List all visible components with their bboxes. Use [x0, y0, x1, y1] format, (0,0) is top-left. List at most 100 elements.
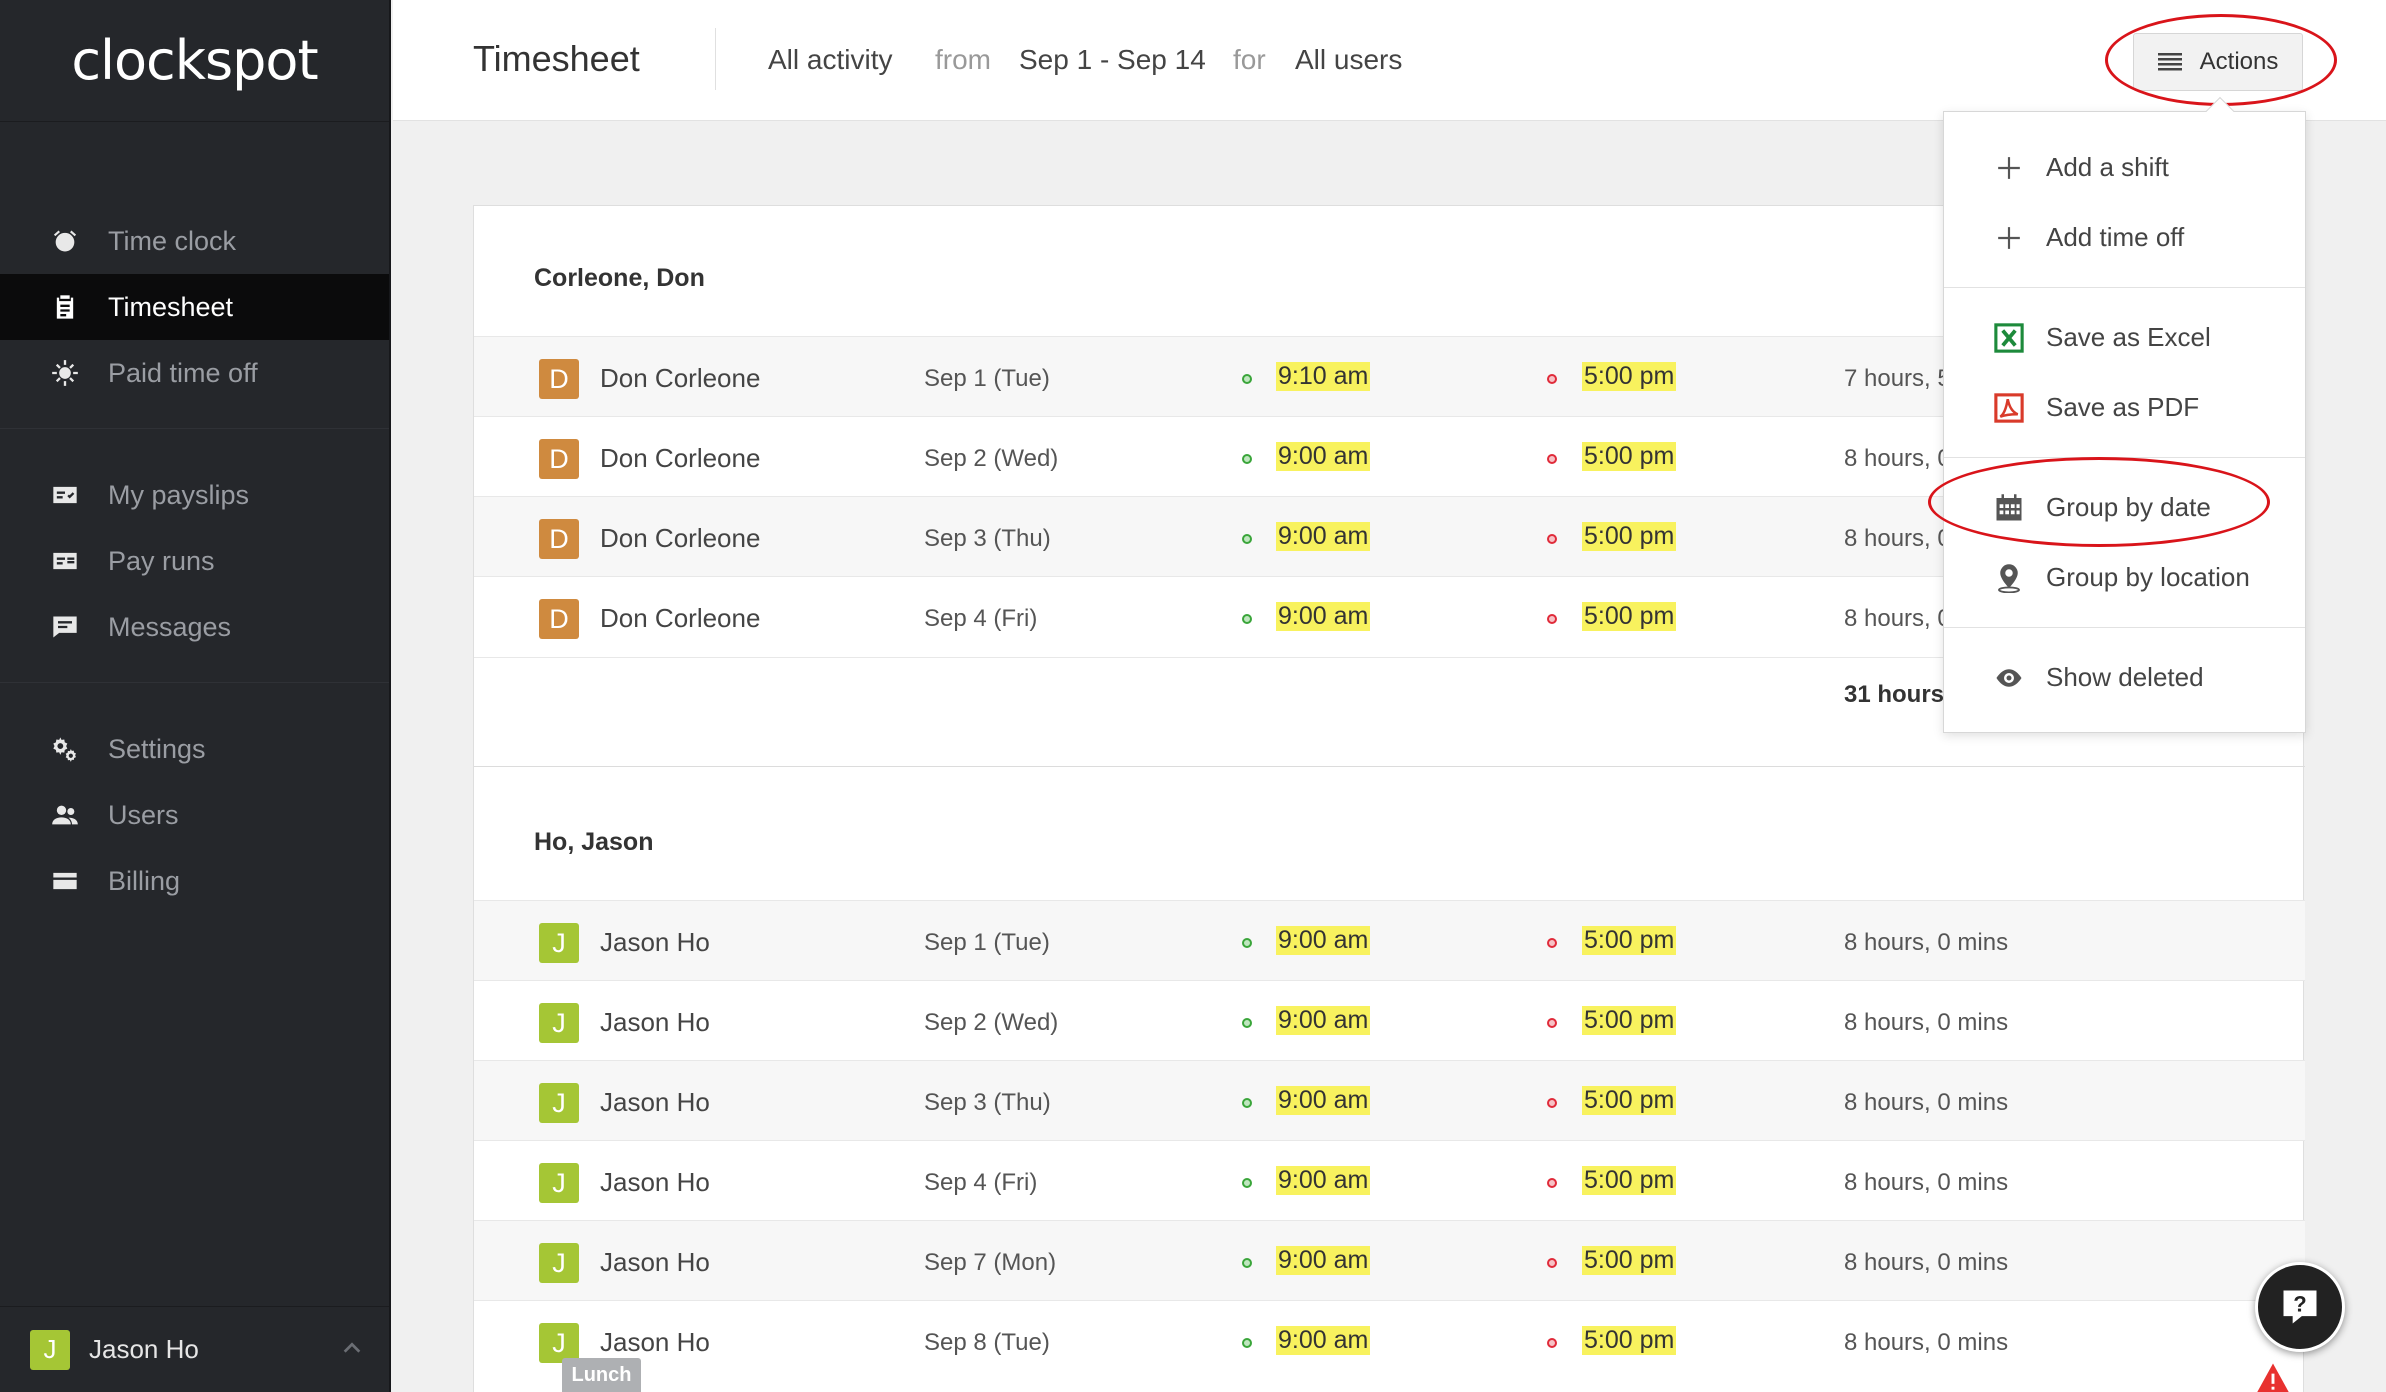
clock-in-time[interactable]: 9:00 am: [1276, 926, 1371, 955]
menu-item-label: Save as Excel: [2046, 322, 2211, 352]
header-divider: [715, 28, 716, 90]
clock-out-indicator: [1547, 938, 1557, 948]
sidebar-item-label: Settings: [108, 733, 206, 764]
table-row[interactable]: J Jason Ho Sep 3 (Thu) 9:00 am 5:00 pm 8…: [474, 1060, 2305, 1140]
sidebar-item-label: Messages: [108, 611, 232, 642]
chevron-up-icon: [343, 1342, 361, 1353]
clock-out-time[interactable]: 5:00 pm: [1582, 522, 1677, 551]
actions-button[interactable]: Actions: [2133, 33, 2303, 91]
clipboard-icon: [50, 292, 80, 322]
table-row[interactable]: J Jason Ho Sep 8 (Tue) 9:00 am 5:00 pm 8…: [474, 1300, 2305, 1380]
table-row[interactable]: J Jason Ho Sep 7 (Mon) 9:00 am 5:00 pm 8…: [474, 1220, 2305, 1300]
clock-out-indicator: [1547, 1178, 1557, 1188]
date-range-filter[interactable]: Sep 1 - Sep 14: [1019, 44, 1206, 76]
avatar: J: [30, 1329, 70, 1370]
table-row[interactable]: J Jason Ho Sep 2 (Wed) 9:00 am 5:00 pm 8…: [474, 980, 2305, 1060]
shift-date: Sep 4 (Fri): [924, 605, 1038, 632]
plus-icon: [1994, 153, 2024, 183]
shift-date: Sep 3 (Thu): [924, 525, 1051, 552]
employee-name[interactable]: Don Corleone: [600, 603, 760, 634]
page-title: Timesheet: [473, 38, 640, 79]
clock-out-time[interactable]: 5:00 pm: [1582, 362, 1677, 391]
sidebar-item-time-clock[interactable]: Time clock: [0, 208, 389, 274]
employee-name[interactable]: Jason Ho: [600, 1327, 710, 1358]
users-filter[interactable]: All users: [1295, 44, 1402, 76]
shift-hours: 8 hours, 0 mins: [1844, 929, 2009, 956]
sidebar-item-paid-time-off[interactable]: Paid time off: [0, 340, 389, 406]
clock-in-time[interactable]: 9:00 am: [1276, 1006, 1371, 1035]
clock-in-time[interactable]: 9:00 am: [1276, 1246, 1371, 1275]
employee-name[interactable]: Jason Ho: [600, 927, 710, 958]
shift-hours: 8 hours, 0: [1844, 445, 1951, 472]
shift-hours: 8 hours, 0: [1844, 605, 1951, 632]
menu-item-group-by-location[interactable]: Group by location: [1994, 562, 2250, 593]
employee-name[interactable]: Jason Ho: [600, 1087, 710, 1118]
avatar: D: [539, 519, 579, 559]
shift-date: Sep 4 (Fri): [924, 1169, 1038, 1196]
clock-in-time[interactable]: 9:00 am: [1276, 602, 1371, 631]
shift-date: Sep 2 (Wed): [924, 445, 1059, 472]
clock-out-time[interactable]: 5:00 pm: [1582, 602, 1677, 631]
from-label: from: [935, 44, 991, 75]
sidebar-item-settings[interactable]: Settings: [0, 716, 389, 782]
clock-in-time[interactable]: 9:00 am: [1276, 442, 1371, 471]
clock-out-time[interactable]: 5:00 pm: [1582, 926, 1677, 955]
clock-in-time[interactable]: 9:00 am: [1276, 1086, 1371, 1115]
logo[interactable]: clockspot: [0, 0, 389, 122]
avatar: J: [539, 1243, 579, 1283]
sidebar-item-billing[interactable]: Billing: [0, 848, 389, 914]
table-row[interactable]: J Jason Ho Sep 1 (Tue) 9:00 am 5:00 pm 8…: [474, 900, 2305, 980]
clock-out-time[interactable]: 5:00 pm: [1582, 1326, 1677, 1355]
pay-run-icon: [50, 546, 80, 576]
location-pin-icon: [1994, 563, 2024, 593]
group-divider: [474, 766, 2305, 767]
employee-name[interactable]: Jason Ho: [600, 1167, 710, 1198]
menu-item-group-by-date[interactable]: Group by date: [1994, 492, 2211, 523]
group-total-hours: 31 hours,: [1844, 681, 1951, 708]
menu-item-show-deleted[interactable]: Show deleted: [1994, 662, 2204, 693]
sidebar-item-label: Pay runs: [108, 545, 215, 576]
nav-divider: [0, 682, 389, 683]
avatar: J: [539, 1083, 579, 1123]
sidebar-item-pay-runs[interactable]: Pay runs: [0, 528, 389, 594]
avatar: D: [539, 599, 579, 639]
help-chat-button[interactable]: ?: [2255, 1262, 2345, 1352]
clock-out-time[interactable]: 5:00 pm: [1582, 1006, 1677, 1035]
employee-name[interactable]: Don Corleone: [600, 523, 760, 554]
employee-name[interactable]: Jason Ho: [600, 1247, 710, 1278]
sidebar-item-label: Users: [108, 799, 179, 830]
clock-out-time[interactable]: 5:00 pm: [1582, 1166, 1677, 1195]
clock-in-time[interactable]: 9:00 am: [1276, 522, 1371, 551]
table-row[interactable]: J Jason Ho Sep 4 (Fri) 9:00 am 5:00 pm 8…: [474, 1140, 2305, 1220]
clock-out-time[interactable]: 5:00 pm: [1582, 1246, 1677, 1275]
sidebar-item-label: Billing: [108, 865, 181, 896]
clock-out-time[interactable]: 5:00 pm: [1582, 1086, 1677, 1115]
calendar-icon: [1994, 493, 2024, 523]
menu-item-add-shift[interactable]: Add a shift: [1994, 152, 2169, 183]
clock-out-indicator: [1547, 1338, 1557, 1348]
employee-name[interactable]: Don Corleone: [600, 443, 760, 474]
clock-out-indicator: [1547, 1018, 1557, 1028]
clock-out-time[interactable]: 5:00 pm: [1582, 442, 1677, 471]
sidebar-item-label: Timesheet: [108, 291, 234, 322]
sidebar-item-timesheet[interactable]: Timesheet: [0, 274, 389, 340]
clock-in-time[interactable]: 9:10 am: [1276, 362, 1371, 391]
current-user-menu[interactable]: J Jason Ho: [0, 1306, 389, 1392]
shift-hours: 8 hours, 0 mins: [1844, 1009, 2009, 1036]
menu-item-save-excel[interactable]: Save as Excel: [1994, 322, 2211, 353]
menu-item-save-pdf[interactable]: Save as PDF: [1994, 392, 2199, 423]
employee-name[interactable]: Don Corleone: [600, 363, 760, 394]
nav-divider: [0, 428, 389, 429]
shift-date: Sep 2 (Wed): [924, 1009, 1059, 1036]
menu-divider: [1944, 627, 2305, 628]
clock-in-indicator: [1242, 1178, 1252, 1188]
menu-item-label: Group by date: [2046, 492, 2211, 522]
clock-in-time[interactable]: 9:00 am: [1276, 1326, 1371, 1355]
clock-in-time[interactable]: 9:00 am: [1276, 1166, 1371, 1195]
employee-name[interactable]: Jason Ho: [600, 1007, 710, 1038]
activity-filter[interactable]: All activity: [768, 44, 892, 76]
sidebar-item-my-payslips[interactable]: My payslips: [0, 462, 389, 528]
sidebar-item-users[interactable]: Users: [0, 782, 389, 848]
menu-item-add-time-off[interactable]: Add time off: [1994, 222, 2184, 253]
sidebar-item-messages[interactable]: Messages: [0, 594, 389, 660]
